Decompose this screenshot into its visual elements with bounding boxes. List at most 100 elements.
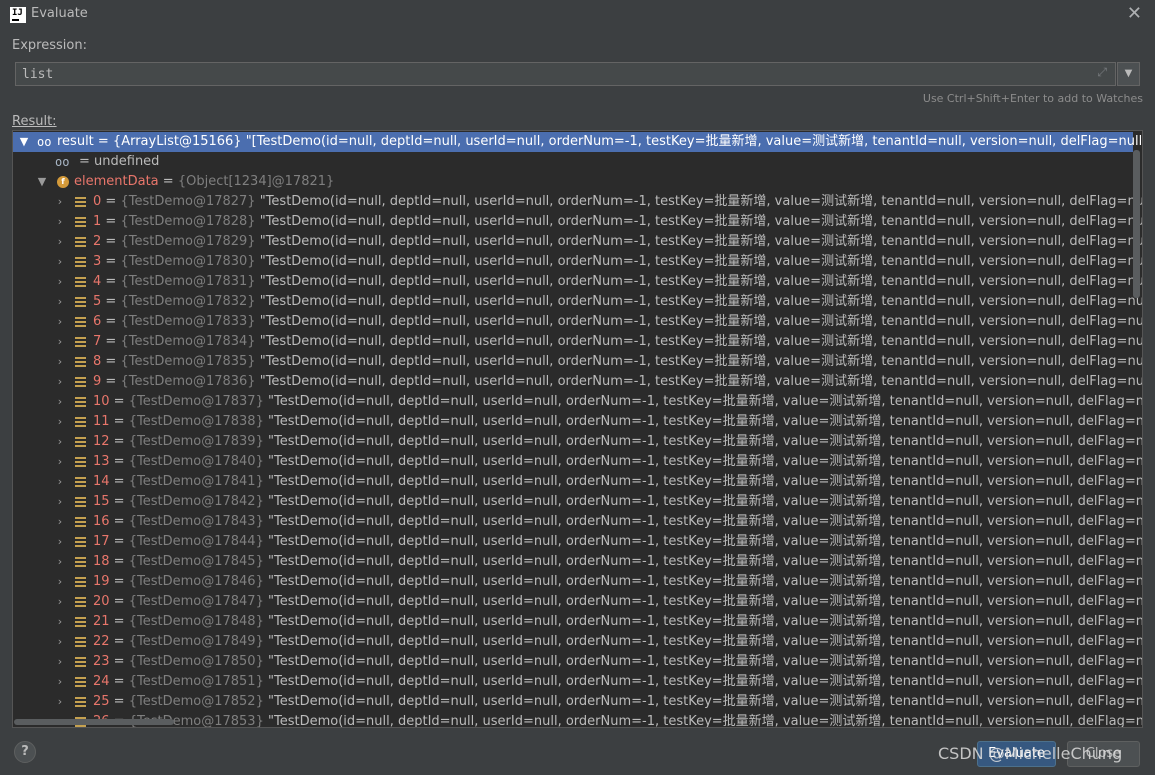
item-ref: {TestDemo@17841} <box>128 474 264 489</box>
object-icon <box>75 257 86 267</box>
expand-editor-icon[interactable]: ⤢ <box>1097 65 1107 80</box>
item-value: "TestDemo(id=null, deptId=null, userId=n… <box>267 514 1143 529</box>
item-value: "TestDemo(id=null, deptId=null, userId=n… <box>259 274 1143 289</box>
tree-row-item[interactable]: › 7 = {TestDemo@17834} "TestDemo(id=null,… <box>13 332 1142 352</box>
object-icon <box>75 537 86 547</box>
equals-sign: = <box>109 634 129 649</box>
result-root-text: result = {ArrayList@15166} "[TestDemo(id… <box>57 134 1143 149</box>
chevron-right-icon[interactable]: › <box>54 592 66 612</box>
chevron-right-icon[interactable]: › <box>54 292 66 312</box>
tree-row-item[interactable]: › 6 = {TestDemo@17833} "TestDemo(id=null,… <box>13 312 1142 332</box>
tree-row-item[interactable]: › 19 = {TestDemo@17846} "TestDemo(id=null… <box>13 572 1142 592</box>
chevron-right-icon[interactable]: › <box>54 652 66 672</box>
tree-row-item[interactable]: › 24 = {TestDemo@17851} "TestDemo(id=null… <box>13 672 1142 692</box>
object-icon <box>75 457 86 467</box>
tree-row-item[interactable]: › 18 = {TestDemo@17845} "TestDemo(id=null… <box>13 552 1142 572</box>
item-ref: {TestDemo@17833} <box>120 314 256 329</box>
item-value: "TestDemo(id=null, deptId=null, userId=n… <box>267 434 1143 449</box>
expression-input[interactable] <box>16 63 1076 85</box>
tree-row-undefined[interactable]: oo = undefined <box>13 152 1133 172</box>
chevron-right-icon[interactable]: › <box>54 192 66 212</box>
equals-sign: = <box>101 314 121 329</box>
tree-row-item[interactable]: › 15 = {TestDemo@17842} "TestDemo(id=null… <box>13 492 1142 512</box>
equals-sign: = <box>101 294 121 309</box>
tree-row-item[interactable]: › 11 = {TestDemo@17838} "TestDemo(id=null… <box>13 412 1142 432</box>
help-button[interactable]: ? <box>14 741 36 763</box>
chevron-right-icon[interactable]: › <box>54 232 66 252</box>
equals-sign: = <box>109 574 129 589</box>
history-dropdown-button[interactable]: ▼ <box>1117 62 1140 86</box>
item-value: "TestDemo(id=null, deptId=null, userId=n… <box>259 294 1143 309</box>
item-value: "TestDemo(id=null, deptId=null, userId=n… <box>267 674 1143 689</box>
tree-row-item[interactable]: › 12 = {TestDemo@17839} "TestDemo(id=null… <box>13 432 1142 452</box>
vertical-scrollbar[interactable] <box>1133 150 1140 298</box>
chevron-right-icon[interactable]: › <box>54 332 66 352</box>
item-index: 22 <box>93 634 110 649</box>
chevron-right-icon[interactable]: › <box>54 552 66 572</box>
close-icon[interactable]: ✕ <box>1127 3 1142 24</box>
chevron-right-icon[interactable]: › <box>54 312 66 332</box>
horizontal-scrollbar[interactable] <box>14 719 174 725</box>
tree-row-item[interactable]: › 5 = {TestDemo@17832} "TestDemo(id=null,… <box>13 292 1142 312</box>
object-icon <box>75 597 86 607</box>
tree-row-item[interactable]: › 1 = {TestDemo@17828} "TestDemo(id=null,… <box>13 212 1142 232</box>
item-value: "TestDemo(id=null, deptId=null, userId=n… <box>267 574 1143 589</box>
tree-row-item[interactable]: › 14 = {TestDemo@17841} "TestDemo(id=null… <box>13 472 1142 492</box>
watch-glasses-icon: oo <box>37 135 52 149</box>
tree-row-item[interactable]: › 4 = {TestDemo@17831} "TestDemo(id=null,… <box>13 272 1142 292</box>
expression-field[interactable]: ⤢ <box>15 62 1116 86</box>
chevron-right-icon[interactable]: › <box>54 572 66 592</box>
chevron-right-icon[interactable]: › <box>54 632 66 652</box>
item-value: "TestDemo(id=null, deptId=null, userId=n… <box>267 454 1143 469</box>
item-value: "TestDemo(id=null, deptId=null, userId=n… <box>267 414 1143 429</box>
chevron-right-icon[interactable]: › <box>54 412 66 432</box>
item-value: "TestDemo(id=null, deptId=null, userId=n… <box>267 594 1143 609</box>
chevron-right-icon[interactable]: › <box>54 352 66 372</box>
tree-row-item[interactable]: › 23 = {TestDemo@17850} "TestDemo(id=null… <box>13 652 1142 672</box>
chevron-right-icon[interactable]: › <box>54 472 66 492</box>
chevron-right-icon[interactable]: › <box>54 612 66 632</box>
equals-sign: = <box>109 514 129 529</box>
equals-sign: = <box>101 234 121 249</box>
tree-row-item[interactable]: › 2 = {TestDemo@17829} "TestDemo(id=null,… <box>13 232 1142 252</box>
result-tree[interactable]: ▼ oo result = {ArrayList@15166} "[TestDe… <box>12 130 1143 728</box>
chevron-right-icon[interactable]: › <box>54 512 66 532</box>
tree-row-item[interactable]: › 16 = {TestDemo@17843} "TestDemo(id=null… <box>13 512 1142 532</box>
tree-row-item[interactable]: › 17 = {TestDemo@17844} "TestDemo(id=null… <box>13 532 1142 552</box>
chevron-right-icon[interactable]: › <box>54 532 66 552</box>
tree-row-elementdata[interactable]: ▼ f elementData = {Object[1234]@17821} <box>13 172 1133 192</box>
chevron-right-icon[interactable]: › <box>54 692 66 712</box>
item-index: 15 <box>93 494 110 509</box>
tree-row-item[interactable]: › 3 = {TestDemo@17830} "TestDemo(id=null,… <box>13 252 1142 272</box>
chevron-right-icon[interactable]: › <box>54 672 66 692</box>
chevron-right-icon[interactable]: › <box>54 492 66 512</box>
item-index: 14 <box>93 474 110 489</box>
equals-sign: = <box>109 614 129 629</box>
chevron-right-icon[interactable]: › <box>54 392 66 412</box>
chevron-down-icon[interactable]: ▼ <box>18 132 30 152</box>
object-icon <box>75 317 86 327</box>
chevron-right-icon[interactable]: › <box>54 372 66 392</box>
item-value: "TestDemo(id=null, deptId=null, userId=n… <box>267 474 1143 489</box>
tree-row-item[interactable]: › 0 = {TestDemo@17827} "TestDemo(id=null,… <box>13 192 1142 212</box>
chevron-right-icon[interactable]: › <box>54 452 66 472</box>
chevron-down-icon[interactable]: ▼ <box>36 172 48 192</box>
tree-row-item[interactable]: › 13 = {TestDemo@17840} "TestDemo(id=null… <box>13 452 1142 472</box>
equals-sign: = <box>101 374 121 389</box>
chevron-right-icon[interactable]: › <box>54 272 66 292</box>
tree-row-item[interactable]: › 8 = {TestDemo@17835} "TestDemo(id=null,… <box>13 352 1142 372</box>
tree-row-item[interactable]: › 22 = {TestDemo@17849} "TestDemo(id=null… <box>13 632 1142 652</box>
item-value: "TestDemo(id=null, deptId=null, userId=n… <box>259 234 1143 249</box>
chevron-right-icon[interactable]: › <box>54 252 66 272</box>
chevron-right-icon[interactable]: › <box>54 432 66 452</box>
item-value: "TestDemo(id=null, deptId=null, userId=n… <box>259 254 1143 269</box>
item-ref: {TestDemo@17827} <box>120 194 256 209</box>
tree-row-item[interactable]: ›26 = {TestDemo@17853} "TestDemo(id=null… <box>13 712 1142 727</box>
tree-row-item[interactable]: › 9 = {TestDemo@17836} "TestDemo(id=null,… <box>13 372 1142 392</box>
tree-row-item[interactable]: › 10 = {TestDemo@17837} "TestDemo(id=null… <box>13 392 1142 412</box>
tree-row-item[interactable]: › 25 = {TestDemo@17852} "TestDemo(id=null… <box>13 692 1142 712</box>
tree-row-item[interactable]: › 21 = {TestDemo@17848} "TestDemo(id=null… <box>13 612 1142 632</box>
chevron-right-icon[interactable]: › <box>54 212 66 232</box>
tree-row-result[interactable]: ▼ oo result = {ArrayList@15166} "[TestDe… <box>13 132 1142 152</box>
tree-row-item[interactable]: › 20 = {TestDemo@17847} "TestDemo(id=null… <box>13 592 1142 612</box>
